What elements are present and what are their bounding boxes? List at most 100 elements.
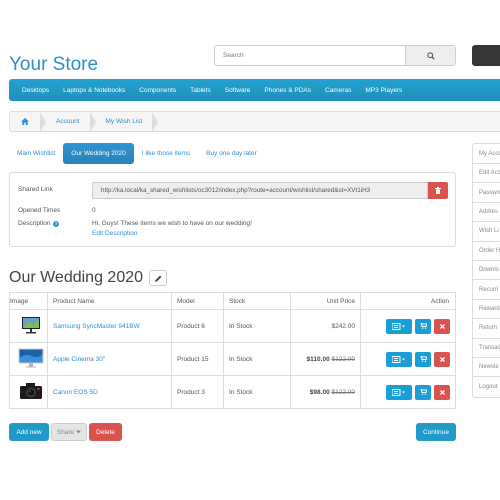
- share-label: Share: [56, 428, 75, 436]
- close-icon: [439, 356, 445, 362]
- sidebar-item-password[interactable]: Passwo: [473, 183, 500, 203]
- add-to-cart-button[interactable]: [415, 384, 431, 400]
- camera-icon[interactable]: [19, 382, 43, 400]
- product-actions-cell: [360, 342, 456, 376]
- sidebar-item-transactions[interactable]: Transac: [473, 339, 500, 358]
- breadcrumb-wishlist[interactable]: My Wish List: [96, 112, 153, 131]
- move-to-list-button[interactable]: [386, 318, 412, 334]
- sidebar-item-recurring[interactable]: Recurri: [473, 280, 500, 300]
- tab-buy-later[interactable]: Buy one day later: [198, 143, 265, 164]
- description-value: Hi, Guys! These items we wish to have on…: [92, 220, 252, 227]
- breadcrumb: Account My Wish List: [9, 111, 500, 132]
- product-price-cell: $110.00 $122.00: [290, 342, 361, 376]
- cart-icon: [419, 356, 427, 362]
- move-to-list-button[interactable]: [386, 384, 412, 400]
- product-name-cell: Canon EOS 5D: [47, 375, 172, 409]
- wishlist-tabs: Main Wishlist Our Wedding 2020 I like th…: [9, 143, 265, 164]
- product-stock: In Stock: [223, 375, 291, 409]
- sidebar-item-address[interactable]: Addres: [473, 203, 500, 223]
- breadcrumb-separator: [152, 111, 159, 132]
- description-label: Description: [18, 220, 51, 227]
- col-unit-price: Unit Price: [290, 292, 361, 310]
- cart-button[interactable]: [472, 45, 500, 66]
- breadcrumb-home[interactable]: [10, 112, 40, 131]
- delete-link-button[interactable]: [428, 182, 448, 199]
- remove-button[interactable]: [434, 384, 450, 400]
- col-product-name: Product Name: [47, 292, 172, 310]
- main-menu: Desktops Laptops & Notebooks Components …: [9, 79, 500, 101]
- add-to-cart-button[interactable]: [415, 351, 431, 367]
- home-icon: [21, 118, 29, 125]
- share-dropdown-button[interactable]: Share: [51, 423, 87, 441]
- product-image-cell: [9, 342, 48, 376]
- menu-item-software[interactable]: Software: [218, 87, 258, 94]
- move-list-icon: [392, 322, 405, 330]
- tab-like-items[interactable]: I like those items: [134, 143, 198, 164]
- product-actions-cell: [360, 309, 456, 343]
- table-row: Samsung SyncMaster 941BW Product 6 In St…: [9, 309, 456, 343]
- remove-button[interactable]: [434, 318, 450, 334]
- wishlist-title: Our Wedding 2020: [9, 269, 144, 286]
- breadcrumb-account[interactable]: Account: [46, 112, 90, 131]
- product-model: Product 15: [171, 342, 224, 376]
- col-image: Image: [9, 292, 48, 310]
- product-price-cell: $98.00 $122.00: [290, 375, 361, 409]
- move-to-list-button[interactable]: [386, 351, 412, 367]
- menu-item-desktops[interactable]: Desktops: [15, 87, 56, 94]
- pencil-icon: [154, 275, 161, 282]
- store-name[interactable]: Your Store: [9, 54, 98, 76]
- sidebar-item-edit-account[interactable]: Edit Acc: [473, 164, 500, 184]
- edit-description-link[interactable]: Edit Description: [92, 230, 138, 237]
- sidebar-item-returns[interactable]: Return: [473, 319, 500, 339]
- wishlist-products-table: Image Product Name Model Stock Unit Pric…: [9, 292, 456, 409]
- cart-icon: [419, 323, 427, 329]
- product-price: $242.00: [331, 322, 356, 330]
- add-to-cart-button[interactable]: [415, 318, 431, 334]
- menu-item-mp3[interactable]: MP3 Players: [358, 87, 409, 94]
- product-name-link[interactable]: Canon EOS 5D: [53, 389, 98, 396]
- tab-our-wedding[interactable]: Our Wedding 2020: [63, 143, 134, 164]
- help-icon: ?: [52, 220, 59, 227]
- menu-item-laptops[interactable]: Laptops & Notebooks: [56, 87, 132, 94]
- product-model: Product 6: [171, 309, 224, 343]
- close-icon: [439, 389, 445, 395]
- product-stock: In Stock: [223, 342, 291, 376]
- continue-button[interactable]: Continue: [416, 423, 456, 441]
- edit-title-button[interactable]: [149, 270, 168, 286]
- wishlist-heading: Our Wedding 2020: [9, 269, 168, 287]
- sidebar-item-order-history[interactable]: Order H: [473, 242, 500, 261]
- sidebar-item-reward[interactable]: Reward: [473, 300, 500, 320]
- menu-item-phones[interactable]: Phones & PDAs: [257, 87, 318, 94]
- menu-item-components[interactable]: Components: [132, 87, 183, 94]
- search-button[interactable]: [405, 46, 455, 65]
- sidebar-item-wishlist[interactable]: Wish Li: [473, 222, 500, 242]
- table-row: Apple Cinema 30" Product 15 In Stock $11…: [9, 342, 456, 376]
- add-new-button[interactable]: Add new: [9, 423, 49, 441]
- table-row: Canon EOS 5D Product 3 In Stock $98.00 $…: [9, 375, 456, 409]
- close-icon: [439, 323, 445, 329]
- product-image-cell: [9, 309, 48, 343]
- trash-icon: [435, 187, 441, 194]
- menu-item-tablets[interactable]: Tablets: [183, 87, 218, 94]
- product-special-price: $110.00: [306, 355, 330, 363]
- shared-link-field[interactable]: http://ka.local/ka_shared_wishlists/oc30…: [92, 182, 428, 199]
- sidebar-item-logout[interactable]: Logout: [473, 377, 500, 396]
- product-image-cell: [9, 375, 48, 409]
- sidebar-item-downloads[interactable]: Downlo: [473, 261, 500, 281]
- cinema-display-icon[interactable]: [18, 348, 44, 368]
- product-model: Product 3: [171, 375, 224, 409]
- svg-text:?: ?: [54, 222, 57, 227]
- menu-item-cameras[interactable]: Cameras: [318, 87, 358, 94]
- monitor-icon[interactable]: [21, 316, 41, 334]
- tab-main-wishlist[interactable]: Main Wishlist: [9, 143, 63, 164]
- product-name-cell: Apple Cinema 30": [47, 342, 172, 376]
- sidebar-item-newsletter[interactable]: Newsle: [473, 358, 500, 378]
- search-input[interactable]: [215, 46, 405, 65]
- delete-wishlist-button[interactable]: Delete: [89, 423, 122, 441]
- product-name-link[interactable]: Samsung SyncMaster 941BW: [53, 323, 140, 330]
- wishlist-info-panel: Shared Link http://ka.local/ka_shared_wi…: [9, 172, 456, 247]
- product-name-link[interactable]: Apple Cinema 30": [53, 356, 105, 363]
- col-stock: Stock: [223, 292, 291, 310]
- sidebar-item-my-account[interactable]: My Acco: [473, 144, 500, 164]
- remove-button[interactable]: [434, 351, 450, 367]
